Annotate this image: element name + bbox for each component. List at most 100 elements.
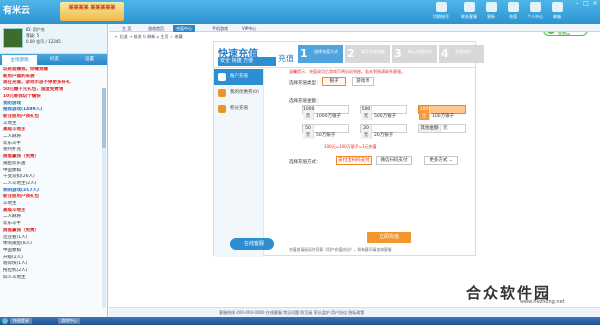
header-banner[interactable]: 某某某某 某某某某某: [60, 2, 124, 21]
tab-3[interactable]: 手机游戏: [209, 25, 231, 32]
pay-option-1[interactable]: 微信扫码支付: [376, 156, 412, 165]
type-option-1[interactable]: 游戏币: [352, 77, 374, 86]
amount-option-0[interactable]: 1000元 1000万银子: [302, 105, 349, 120]
list-item[interactable]: 跑得快(1人): [3, 261, 105, 268]
tab-4[interactable]: VIP中心: [239, 25, 259, 32]
list-item[interactable]: 中国象棋: [3, 248, 105, 255]
list-item[interactable]: 玩奇益赚钱，你赚我赚: [3, 67, 105, 74]
list-item[interactable]: 德州扑克: [3, 147, 105, 154]
amount-yuan: 100元: [419, 106, 430, 120]
panel-nav-item-1[interactable]: 我的优惠券(0): [214, 85, 263, 101]
toolbar-icon: [435, 2, 447, 12]
list-item[interactable]: 千变双扣(26人): [3, 174, 105, 181]
minimize-button[interactable]: –: [573, 1, 581, 7]
toolbar-icon: [463, 2, 475, 12]
online-service-button[interactable]: 在线客服: [230, 238, 274, 250]
toolbar-label: 个人中心: [527, 14, 543, 19]
sidebar-tab-0[interactable]: 主场游戏: [2, 55, 37, 65]
toolbar-icon: [529, 2, 541, 12]
panel-nav-item-0[interactable]: 账户充值: [214, 69, 263, 85]
list-item[interactable]: 连连看(1人): [3, 235, 105, 242]
list-item[interactable]: 二人斗地主(2人): [3, 181, 105, 188]
list-item[interactable]: 斗地主: [3, 121, 105, 128]
top-header: 有米云 某某某某 某某某某某 切换帐号 联系客服 更新 充值 个人中心 邮箱 – □ ×: [0, 0, 600, 24]
left-sidebar: ID: 用户名 等级: 5 0.00 金币 / 12345 主场游戏 好友 设置 玩…: [0, 24, 108, 317]
nav-bar[interactable]: ← 后退 → 前进 ↻ 刷新 ⌂ 主页 ☆ 收藏: [109, 33, 600, 41]
game-list: 玩奇益赚钱，你赚我赚 新用户福利来袭 现在充值，游戏币送不停更多好礼 50元赠千元礼包…: [0, 65, 107, 282]
amount-value: 500万银子: [374, 114, 397, 119]
list-item[interactable]: 新注册用户领礼包: [3, 114, 105, 121]
panel-title2: 充值: [278, 54, 294, 63]
maximize-button[interactable]: □: [582, 1, 590, 7]
step-4: 4 充值成功: [439, 45, 484, 63]
main-tabs: 主 页 游戏首页 充值中心 手机游戏 VIP中心: [109, 24, 600, 32]
list-item[interactable]: 拖拉机(2人): [3, 268, 105, 275]
list-item[interactable]: 我的游戏: [3, 101, 105, 108]
toolbar-0-button[interactable]: 切换帐号: [428, 2, 454, 22]
list-item[interactable]: 掼蛋赢钱（免费）: [3, 154, 105, 161]
list-item[interactable]: 现在充值，游戏币送不停更多好礼: [3, 80, 105, 87]
list-item[interactable]: 欢乐斗牛: [3, 221, 105, 228]
start-icon[interactable]: [2, 318, 8, 324]
user-coins: 0.00 金币 / 12345: [26, 39, 61, 44]
panel-nav-item-2[interactable]: 积分充值: [214, 101, 263, 117]
app-logo: 有米云: [3, 6, 31, 16]
nav-icon: [218, 105, 226, 113]
list-item[interactable]: 斗地主: [3, 201, 105, 208]
list-item[interactable]: 中国象棋: [3, 168, 105, 175]
avatar[interactable]: [3, 28, 23, 48]
amount-option-3[interactable]: 50元 50万银子: [302, 124, 349, 139]
list-item[interactable]: 新注册用户领礼包: [3, 194, 105, 201]
pay-option-0[interactable]: 支付宝扫码支付: [336, 156, 372, 165]
close-button[interactable]: ×: [591, 1, 599, 7]
toolbar-icon: [485, 2, 497, 12]
list-item[interactable]: 四人斗地主: [3, 275, 105, 282]
list-item[interactable]: 休闲游戏(317人): [3, 188, 105, 195]
sidebar-tabs: 主场游戏 好友 设置: [0, 54, 107, 65]
tab-0[interactable]: 主 页: [119, 25, 134, 32]
taskbar-item-0[interactable]: 快速登录: [10, 318, 32, 324]
notice: 温馨提示：充值成功后游戏币将自动到账，若未到账请联系客服。: [289, 69, 405, 74]
panel-nav: 账户充值 我的优惠券(0) 积分充值: [214, 69, 264, 257]
amount-value: 100万银子: [432, 114, 455, 119]
recharge-button[interactable]: 立即充值: [367, 232, 411, 243]
step-number: 1: [300, 47, 308, 60]
list-item[interactable]: 推荐游戏(1499人): [3, 107, 105, 114]
list-item[interactable]: 二人麻将: [3, 214, 105, 221]
pay-option-2[interactable]: 更多方式 ⌄: [424, 156, 458, 165]
amount-option-1[interactable]: 500元 500万银子: [360, 105, 407, 120]
watermark-url: www.hezhong.net: [520, 299, 565, 305]
toolbar-5-button[interactable]: 邮箱: [544, 2, 570, 22]
steps: 1 选择充值方式 2 填写充值金额 3 确认充值信息 4 充值成功: [298, 45, 486, 63]
amount-option-5[interactable]: 其他金额元: [418, 124, 466, 133]
sidebar-tab-1[interactable]: 好友: [37, 54, 72, 65]
tab-1[interactable]: 游戏首页: [145, 25, 167, 32]
amount-option-4[interactable]: 20元 20万银子: [360, 124, 407, 139]
recharge-panel: 快速充值 安全 快捷 方便 充值 1 选择充值方式 2 填写充值金额 3 确认充值信息 4 充…: [213, 41, 484, 257]
taskbar-item-1[interactable]: 游戏中心: [58, 318, 80, 324]
amount-option-2[interactable]: 100元 100万银子: [418, 105, 466, 120]
step-text: 填写充值金额: [361, 49, 385, 54]
list-item[interactable]: 高级斗地主: [3, 208, 105, 215]
agree-text[interactable]: 充值前请阅读并同意《用户充值协议》，如有疑问请咨询客服: [289, 247, 392, 253]
toolbar-icon: [551, 2, 563, 12]
list-item[interactable]: 二人麻将: [3, 134, 105, 141]
tab-2[interactable]: 充值中心: [173, 25, 195, 32]
list-item[interactable]: 50元赠千元礼包，速度免费领: [3, 87, 105, 94]
sidebar-tab-2[interactable]: 设置: [72, 54, 107, 65]
sidebar-scrollbar[interactable]: [102, 88, 106, 308]
list-item[interactable]: 10元够我玩个痛快: [3, 94, 105, 101]
pay-label: 选择充值方式：: [289, 160, 321, 165]
step-1: 1 选择充值方式: [298, 45, 343, 63]
list-item[interactable]: 欢乐斗牛: [3, 141, 105, 148]
footer-bar: 客服热线 400-000-0000 在线客服 常见问题 防沉迷 家长监护 用户协…: [109, 307, 600, 317]
list-item[interactable]: 掼蛋赢钱（免费）: [3, 228, 105, 235]
list-item[interactable]: 升级(2人): [3, 255, 105, 262]
list-item[interactable]: 休闲捕鱼(8人): [3, 241, 105, 248]
list-item[interactable]: 捕鱼欢乐送: [3, 161, 105, 168]
toolbar-icon: [507, 2, 519, 12]
type-option-0[interactable]: 银子: [322, 77, 346, 86]
step-2: 2 填写充值金额: [345, 45, 390, 63]
list-item[interactable]: 新用户福利来袭: [3, 74, 105, 81]
list-item[interactable]: 高级斗地主: [3, 127, 105, 134]
